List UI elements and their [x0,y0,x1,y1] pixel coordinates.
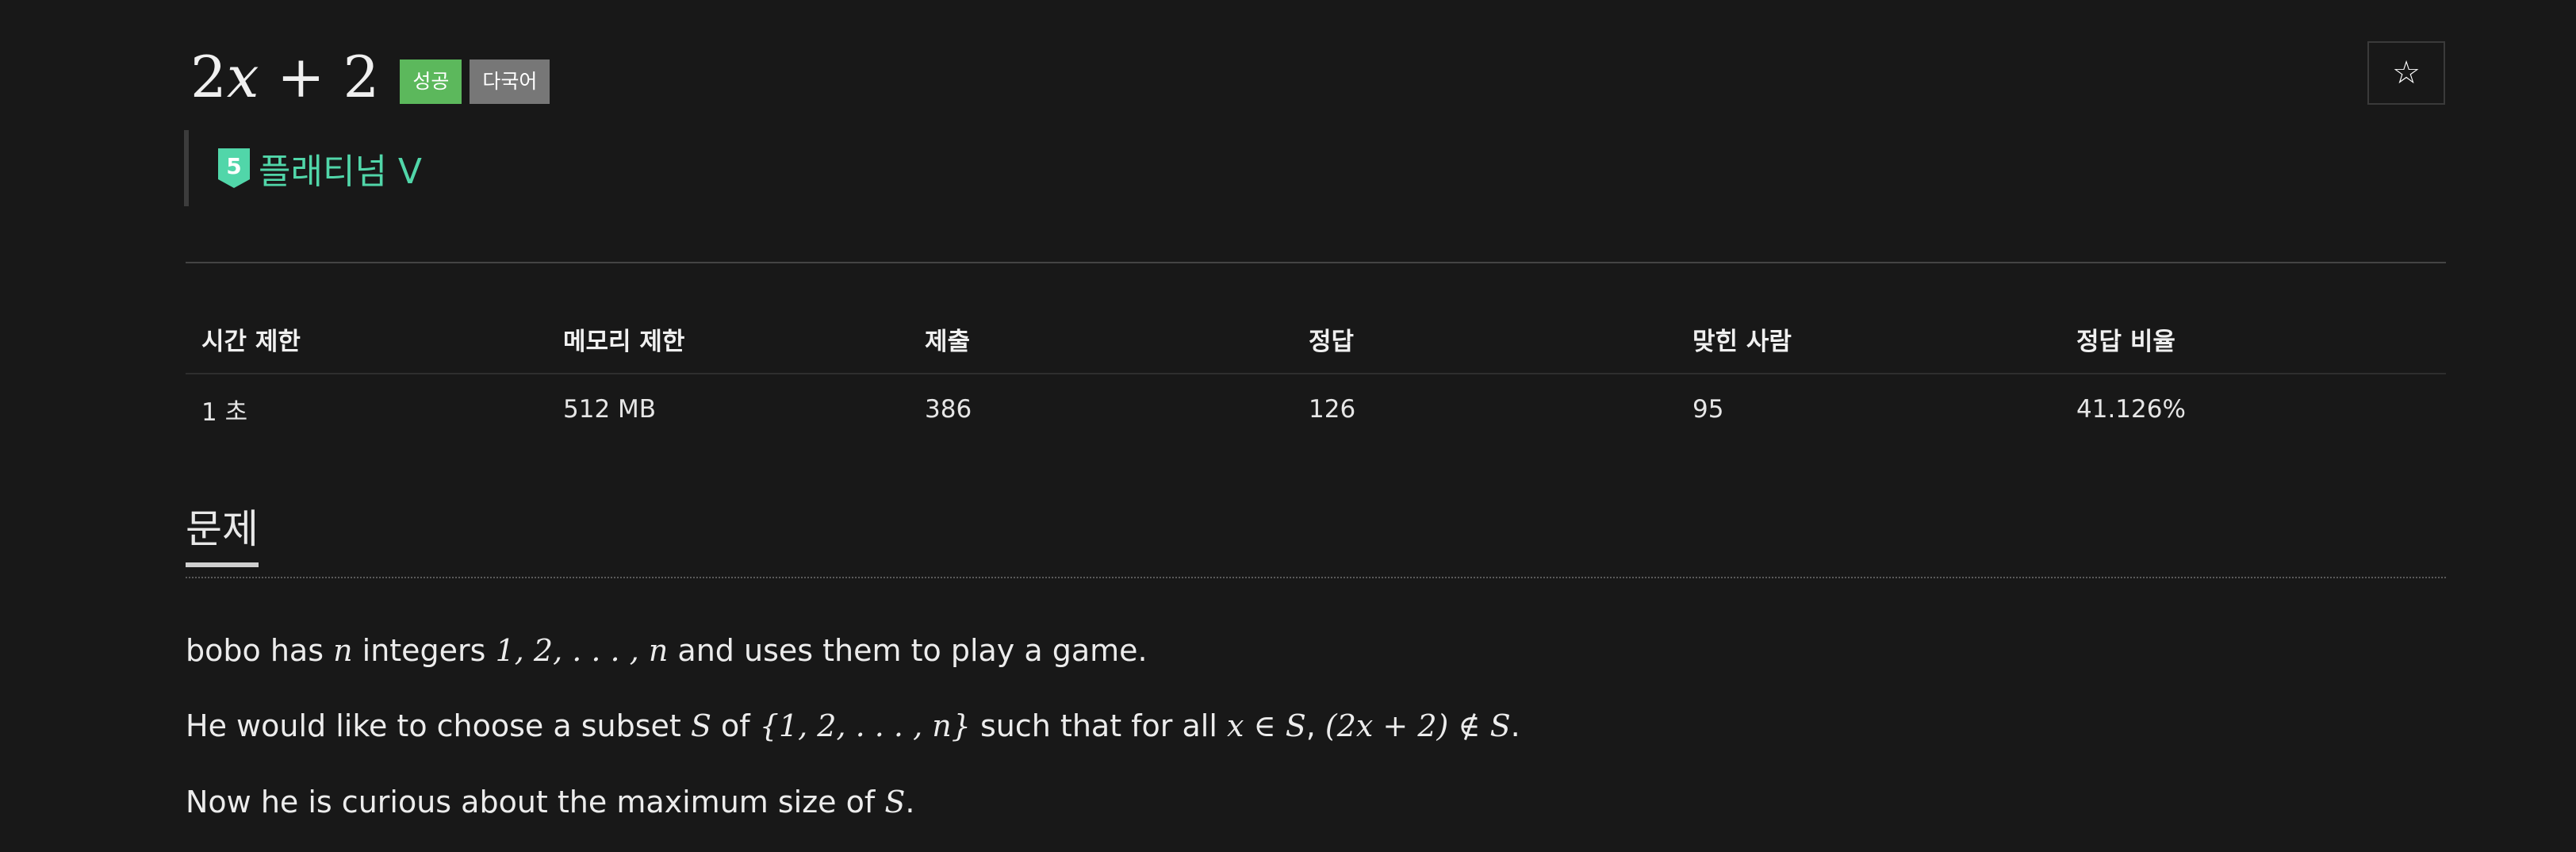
tier-number: 5 [226,153,241,179]
math-inline: x ∈ S [1226,708,1306,744]
math-inline: {1, 2, . . . , n} [759,708,971,744]
stats-header-time-limit: 시간 제한 [186,305,547,374]
statement-text: Now he is curious about the maximum size… [186,784,885,819]
statement-text: bobo has [186,633,334,668]
platinum-tier-icon: 5 [217,148,251,189]
stats-header-memory-limit: 메모리 제한 [547,305,909,374]
statement-text: . [905,784,915,819]
statement-text: He would like to choose a subset [186,708,691,744]
title-variable: x [226,44,259,110]
math-inline: 1, 2, . . . , n [495,633,669,668]
problem-title: 2x + 2 [190,48,379,106]
stats-header-submissions: 제출 [909,305,1293,374]
stats-table: 시간 제한 메모리 제한 제출 정답 맞힌 사람 정답 비율 1 초 512 M… [186,305,2446,444]
statement-paragraph: Now he is curious about the maximum size… [186,783,2446,822]
statement-text: . [1510,708,1520,744]
tier-box: 5 플래티넘 V [184,130,422,206]
stats-header-row: 시간 제한 메모리 제한 제출 정답 맞힌 사람 정답 비율 [186,305,2446,374]
problem-page: 2x + 2 성공 다국어 ☆ 5 플래티넘 V 시간 제한 메모리 제한 제출 [0,0,2576,852]
problem-statement: bobo has n integers 1, 2, . . . , n and … [186,631,2446,852]
statement-paragraph: bobo has n integers 1, 2, . . . , n and … [186,631,2446,670]
stats-value-row: 1 초 512 MB 386 126 95 41.126% [186,374,2446,444]
success-badge[interactable]: 성공 [400,59,462,104]
stats-header-accept-ratio: 정답 비율 [2060,305,2446,374]
statement-text: of [711,708,760,744]
multilang-badge[interactable]: 다국어 [470,59,550,104]
title-operator: + [259,44,343,110]
favorite-button[interactable]: ☆ [2367,41,2445,105]
stats-solved-users: 95 [1692,395,1724,424]
statement-paragraph: He would like to choose a subset S of {1… [186,707,2446,746]
math-inline: S [884,784,906,819]
title-coefficient: 2 [190,44,227,110]
divider [186,262,2446,263]
math-inline: (2x + 2) ∉ S [1324,708,1511,744]
title-constant: 2 [343,44,380,110]
title-row: 2x + 2 성공 다국어 [190,41,558,113]
star-outline-icon: ☆ [2392,55,2421,91]
statement-text: integers [352,633,496,668]
stats-accepted: 126 [1309,395,1356,424]
stats-header-accepted: 정답 [1293,305,1677,374]
math-inline: n [333,633,353,668]
stats-submissions: 386 [925,395,972,424]
section-title-problem: 문제 [186,508,259,567]
tier-label[interactable]: 플래티넘 V [259,143,422,194]
section-divider [186,577,2446,578]
math-inline: S [690,708,711,744]
statement-text: such that for all [970,708,1227,744]
statement-text: , [1305,708,1325,744]
stats-time-limit: 1 초 [201,397,248,427]
stats-header-solved-users: 맞힌 사람 [1677,305,2060,374]
statement-text: and uses them to play a game. [668,633,1148,668]
stats-accept-ratio: 41.126% [2076,395,2186,424]
stats-memory-limit: 512 MB [563,395,657,424]
